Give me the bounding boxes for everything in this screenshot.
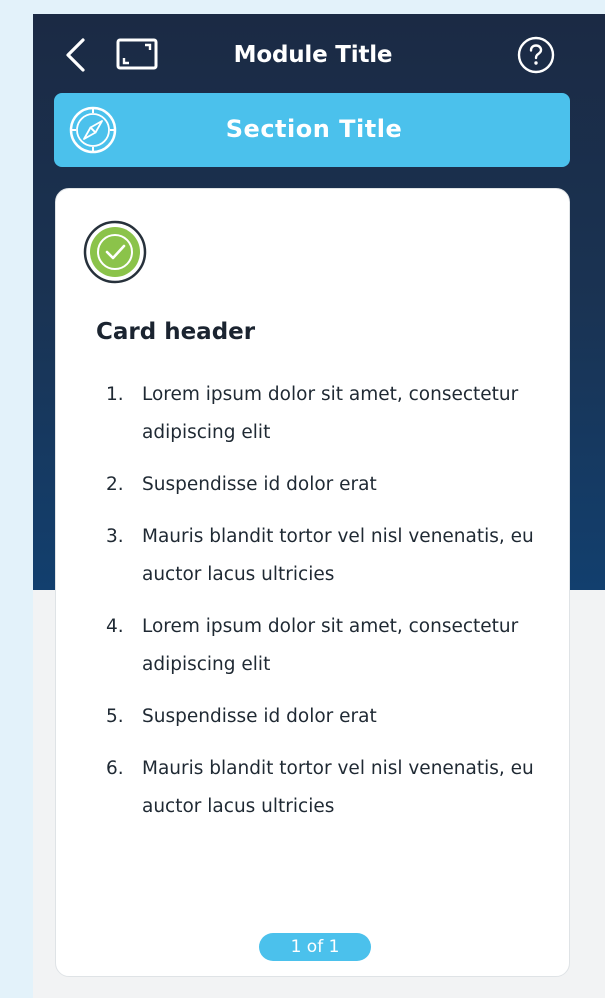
list-item: 4. Lorem ipsum dolor sit amet, consectet… [96,608,556,684]
compass-icon [69,106,117,154]
help-icon [517,36,555,74]
step-number: 6. [106,758,124,779]
step-text: Lorem ipsum dolor sit amet, consectetur … [142,616,519,675]
step-number: 4. [106,616,124,637]
step-list: 1. Lorem ipsum dolor sit amet, consectet… [96,376,556,840]
list-item: 6. Mauris blandit tortor vel nisl venena… [96,750,556,826]
list-item: 5. Suspendisse id dolor erat [96,698,556,736]
chevron-left-icon [66,38,85,72]
step-text: Mauris blandit tortor vel nisl venenatis… [142,526,534,585]
list-item: 2. Suspendisse id dolor erat [96,466,556,504]
step-text: Mauris blandit tortor vel nisl venenatis… [142,758,534,817]
expand-icon [116,38,158,70]
step-number: 5. [106,706,124,727]
step-text: Suspendisse id dolor erat [142,474,377,495]
checkmark-icon [83,220,147,284]
step-number: 2. [106,474,124,495]
help-button[interactable] [517,36,555,74]
step-number: 3. [106,526,124,547]
card-header: Card header [96,319,256,345]
back-button[interactable] [61,36,91,74]
list-item: 1. Lorem ipsum dolor sit amet, consectet… [96,376,556,452]
top-bar: Module Title [33,14,605,94]
phone-screen: Module Title Section Title Card header 1… [33,14,605,998]
list-item: 3. Mauris blandit tortor vel nisl venena… [96,518,556,594]
section-title: Section Title [225,115,403,143]
section-title-bar: Section Title [54,93,570,167]
content-card: Card header 1. Lorem ipsum dolor sit ame… [55,188,570,977]
page-indicator: 1 of 1 [259,933,371,961]
step-text: Lorem ipsum dolor sit amet, consectetur … [142,384,519,443]
module-title: Module Title [233,42,393,68]
expand-button[interactable] [116,38,158,70]
step-text: Suspendisse id dolor erat [142,706,377,727]
step-number: 1. [106,384,124,405]
